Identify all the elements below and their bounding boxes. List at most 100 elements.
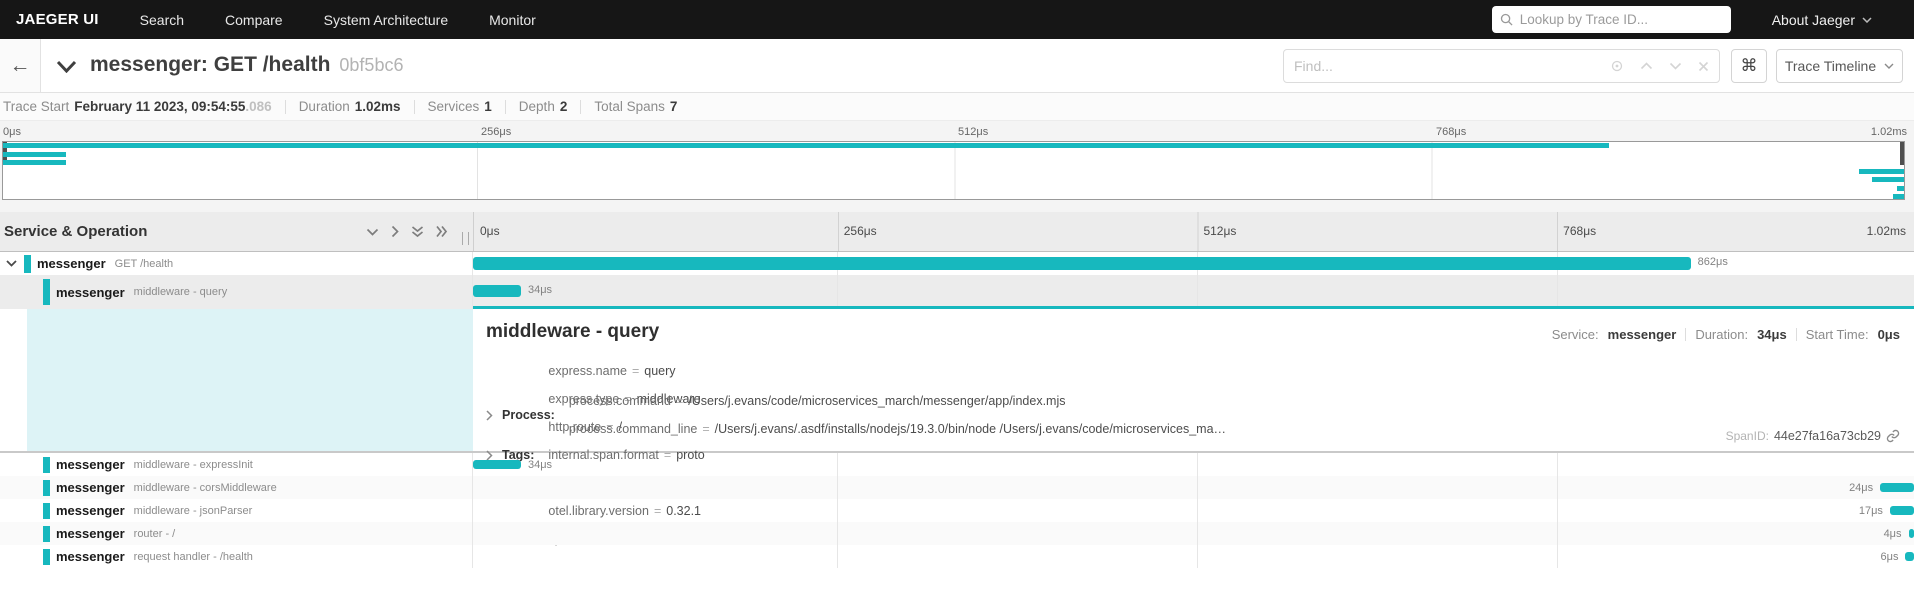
- span-detail-title: middleware - query: [486, 321, 659, 343]
- back-arrow-icon: ←: [10, 54, 31, 78]
- service-operation-header: Service & Operation: [4, 223, 147, 240]
- minimap-tick: 768μs: [1436, 126, 1466, 138]
- about-jaeger-label: About Jaeger: [1772, 12, 1855, 28]
- span-bar-cell[interactable]: 4μs: [473, 522, 1914, 545]
- trace-view-selector-label: Trace Timeline: [1785, 58, 1876, 74]
- top-nav: JAEGER UI Search Compare System Architec…: [0, 0, 1914, 39]
- start-time-value: 0μs: [1878, 327, 1900, 342]
- span-rows: messenger GET /health 862μs messenger mi…: [0, 252, 1914, 591]
- span-duration-bar[interactable]: [1890, 506, 1914, 515]
- span-duration-bar[interactable]: [1905, 552, 1914, 561]
- span-id-value: 44e27fa16a73cb29: [1774, 429, 1881, 443]
- expand-one-chevron-right-icon[interactable]: [391, 225, 399, 238]
- service-color-block: [43, 480, 50, 496]
- span-detail-panel: middleware - query Service:messenger Dur…: [0, 309, 1914, 453]
- span-bar-cell[interactable]: 24μs: [473, 476, 1914, 499]
- kv-pair: process.command_line=/Users/j.evans/.asd…: [569, 422, 1226, 436]
- duration-label: Duration:: [1695, 327, 1748, 342]
- minimap-span-bar: [1897, 186, 1904, 191]
- minimap-span-bar: [3, 143, 1609, 148]
- minimap-span-bar: [1893, 194, 1904, 199]
- span-bar-cell[interactable]: 6μs: [473, 545, 1914, 568]
- span-duration-bar[interactable]: [473, 460, 521, 469]
- duration-label: Duration: [299, 99, 350, 114]
- axis-tick: 1.02ms: [1867, 224, 1906, 238]
- span-row-request-handler[interactable]: messenger request handler - /health 6μs: [0, 545, 1914, 568]
- span-row-middleware-expressinit[interactable]: messenger middleware - expressInit 34μs: [0, 453, 1914, 476]
- about-jaeger-menu[interactable]: About Jaeger: [1731, 12, 1884, 28]
- minimap-canvas[interactable]: [2, 141, 1905, 200]
- expand-process-chevron-right-icon[interactable]: [486, 410, 493, 421]
- back-button[interactable]: ←: [0, 39, 41, 92]
- minimap-tick: 256μs: [481, 126, 511, 138]
- timeline-header-row: Service & Operation 0μs 256μs 512μs 768μ…: [0, 212, 1914, 252]
- span-duration-bar[interactable]: [1909, 529, 1914, 538]
- trace-lookup-input[interactable]: Lookup by Trace ID...: [1492, 6, 1731, 33]
- app-logo[interactable]: JAEGER UI: [16, 11, 99, 28]
- span-row-middleware-corsmiddleware[interactable]: messenger middleware - corsMiddleware 24…: [0, 476, 1914, 499]
- span-duration-label: 24μs: [1849, 482, 1873, 494]
- axis-tick: 256μs: [844, 224, 877, 238]
- span-duration-bar[interactable]: [1880, 483, 1914, 492]
- collapse-trace-chevron-down-icon[interactable]: [56, 60, 77, 73]
- service-label: Service:: [1552, 327, 1599, 342]
- operation-name: middleware - jsonParser: [134, 505, 253, 517]
- operation-name: GET /health: [115, 258, 174, 270]
- span-bar-cell[interactable]: 17μs: [473, 499, 1914, 522]
- trace-title: messenger: GET /health0bf5bc6: [90, 53, 403, 77]
- trace-id-short: 0bf5bc6: [339, 55, 403, 75]
- trace-minimap: 0μs 256μs 512μs 768μs 1.02ms: [0, 121, 1914, 212]
- duration-value: 1.02ms: [355, 99, 401, 114]
- minimap-span-bar: [3, 152, 66, 157]
- trace-start-value: February 11 2023, 09:54:55.086: [74, 99, 271, 114]
- services-label: Services: [428, 99, 480, 114]
- crosshair-icon[interactable]: [1610, 59, 1624, 73]
- service-name: messenger: [56, 457, 125, 472]
- process-row[interactable]: Process: process.command=/Users/j.evans/…: [486, 394, 1226, 436]
- nav-item-system-architecture[interactable]: System Architecture: [324, 12, 449, 28]
- span-row-middleware-query-selected[interactable]: messenger middleware - query 34μs: [0, 275, 1914, 309]
- operation-name: router - /: [134, 528, 176, 540]
- service-name: messenger: [56, 285, 125, 300]
- copy-link-icon[interactable]: [1886, 429, 1900, 443]
- trace-start-label: Trace Start: [3, 99, 69, 114]
- trace-summary-bar: Trace Start February 11 2023, 09:54:55.0…: [0, 93, 1914, 121]
- find-clear-icon[interactable]: [1698, 61, 1709, 72]
- row-collapse-chevron-down-icon[interactable]: [6, 260, 17, 267]
- span-row-router[interactable]: messenger router - / 4μs: [0, 522, 1914, 545]
- depth-label: Depth: [519, 99, 555, 114]
- trace-lookup-placeholder: Lookup by Trace ID...: [1520, 12, 1648, 27]
- span-duration-bar[interactable]: [473, 285, 521, 297]
- span-bar-cell[interactable]: 862μs: [473, 252, 1914, 275]
- trace-view-selector[interactable]: Trace Timeline: [1776, 49, 1903, 83]
- minimap-span-bar: [3, 160, 66, 165]
- expand-all-double-chevron-right-icon[interactable]: [436, 225, 448, 238]
- nav-item-compare[interactable]: Compare: [225, 12, 283, 28]
- minimap-span-bar: [1859, 169, 1904, 174]
- collapse-all-double-chevron-down-icon[interactable]: [411, 226, 424, 238]
- search-icon: [1500, 13, 1513, 26]
- total-spans-label: Total Spans: [594, 99, 665, 114]
- span-duration-bar[interactable]: [473, 257, 1691, 270]
- service-color-block: [43, 549, 50, 565]
- find-prev-chevron-up-icon[interactable]: [1640, 62, 1653, 70]
- nav-item-search[interactable]: Search: [140, 12, 184, 28]
- span-row-middleware-jsonparser[interactable]: messenger middleware - jsonParser 17μs: [0, 499, 1914, 522]
- span-duration-label: 34μs: [528, 459, 552, 471]
- span-bar-cell[interactable]: 34μs: [473, 453, 1914, 476]
- span-detail-name-highlight: [27, 309, 473, 451]
- find-next-chevron-down-icon[interactable]: [1669, 62, 1682, 70]
- collapse-one-chevron-down-icon[interactable]: [366, 228, 379, 236]
- nav-item-monitor[interactable]: Monitor: [489, 12, 536, 28]
- operation-name: request handler - /health: [134, 551, 253, 563]
- find-input[interactable]: Find...: [1283, 49, 1720, 83]
- span-bar-cell[interactable]: 34μs: [473, 275, 1914, 309]
- span-duration-label: 862μs: [1698, 256, 1728, 268]
- minimap-tick: 1.02ms: [1871, 126, 1907, 138]
- minimap-right-scrubber-handle[interactable]: [1900, 142, 1904, 165]
- span-duration-label: 34μs: [528, 284, 552, 296]
- span-row-get-health[interactable]: messenger GET /health 862μs: [0, 252, 1914, 275]
- column-resize-grip[interactable]: [462, 232, 469, 245]
- service-name: messenger: [37, 256, 106, 271]
- keyboard-shortcuts-button[interactable]: ⌘: [1731, 49, 1767, 83]
